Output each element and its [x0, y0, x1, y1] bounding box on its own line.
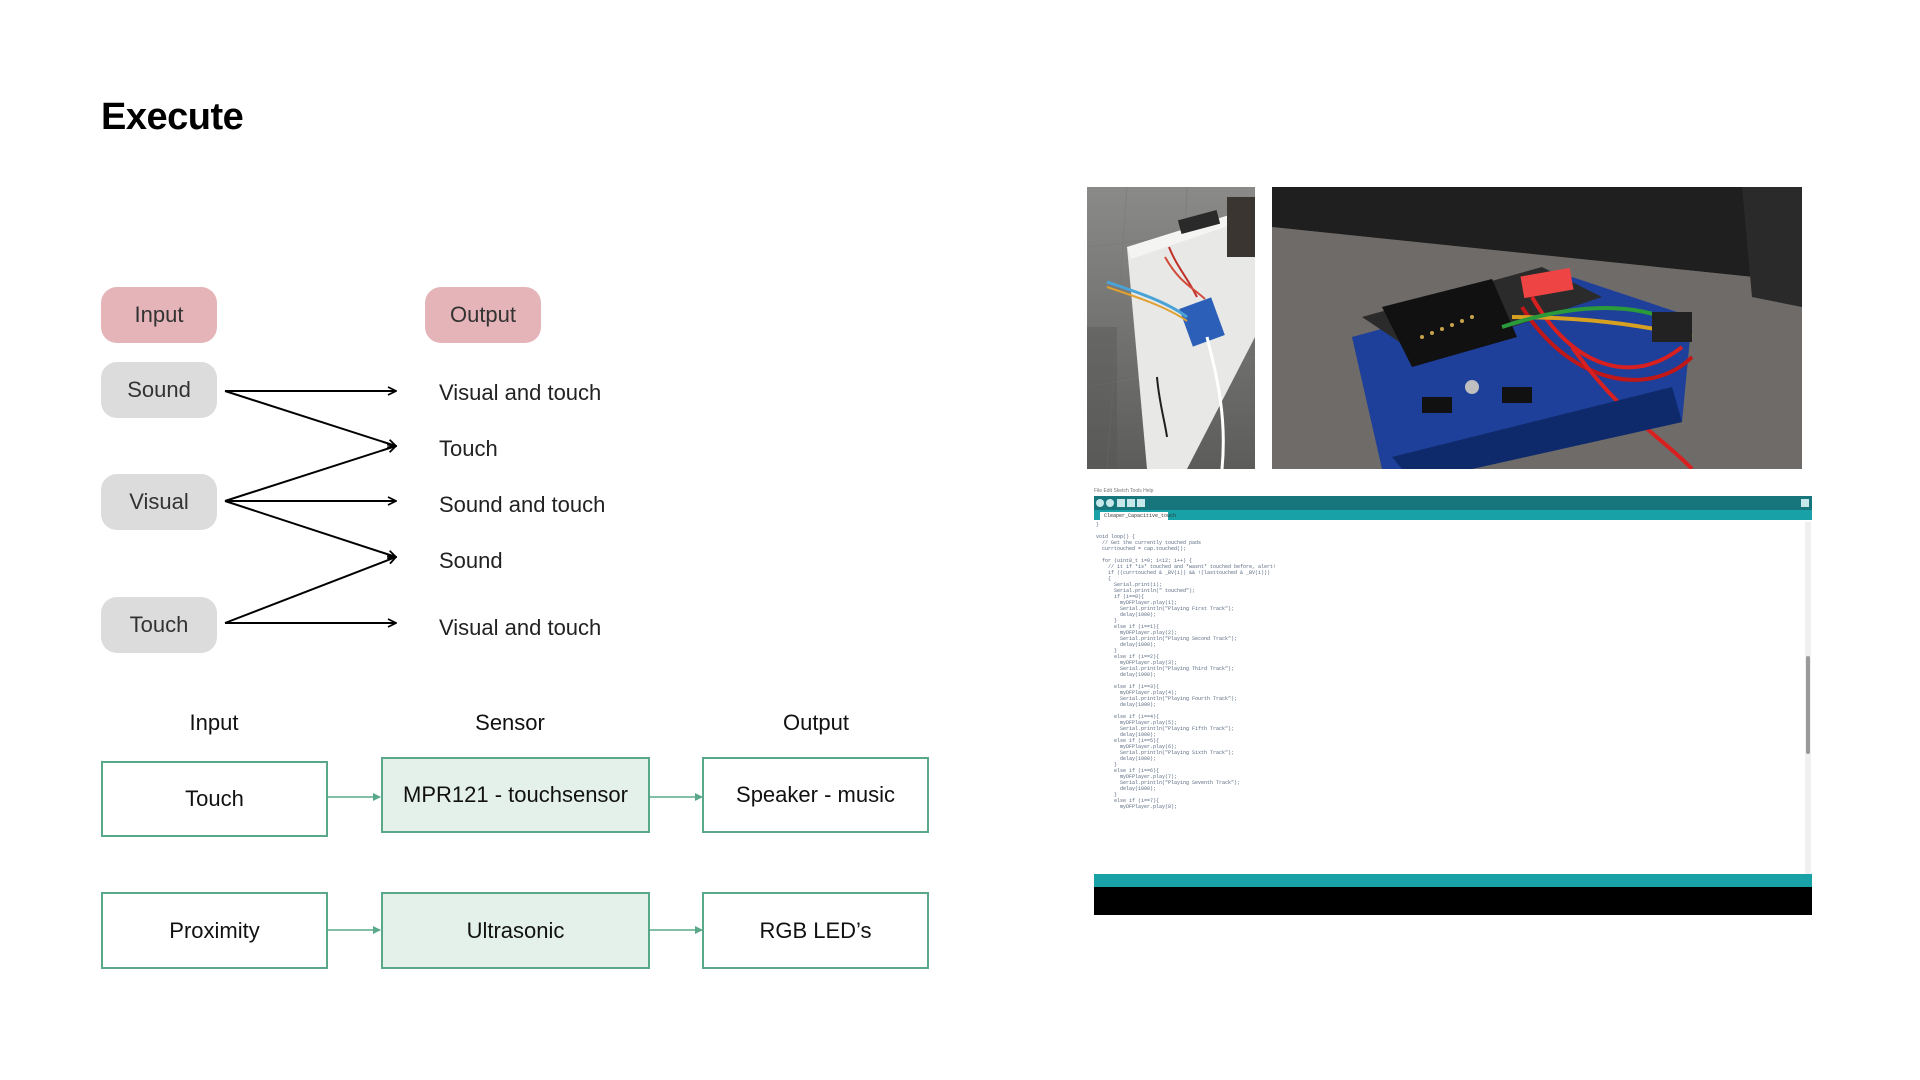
ide-console [1094, 887, 1812, 915]
arduino-ide-screenshot: File Edit Sketch Tools Help Cleaper_Capa… [1094, 488, 1812, 915]
ide-scrollbar-thumb [1806, 656, 1810, 754]
ide-status-bar [1094, 874, 1812, 887]
open-icon [1127, 499, 1135, 507]
ide-tab-sketch: Cleaper_Capacitive_touch [1100, 512, 1176, 520]
flow-input-touch: Touch [101, 761, 328, 837]
serial-monitor-icon [1801, 499, 1809, 507]
flow-header-input: Input [189, 710, 239, 735]
flow-output-rgb-leds: RGB LED’s [702, 892, 929, 969]
flow-sensor-mpr121: MPR121 - touchsensor [381, 757, 650, 833]
save-icon [1137, 499, 1145, 507]
ide-menu-bar: File Edit Sketch Tools Help [1094, 488, 1154, 494]
photo-board-closeup [1272, 187, 1802, 469]
ide-code: } void loop() { // Get the currently tou… [1096, 522, 1277, 810]
verify-icon [1096, 499, 1104, 507]
flow-sensor-ultrasonic: Ultrasonic [381, 892, 650, 969]
flow-input-proximity: Proximity [101, 892, 328, 969]
arrow-sound-touch [224, 390, 396, 446]
flow-header-sensor: Sensor [475, 710, 545, 735]
flow-output-speaker: Speaker - music [702, 757, 929, 833]
ide-toolbar [1094, 496, 1812, 510]
arrow-visual-touch [224, 446, 396, 502]
photo-prototype-table [1087, 187, 1255, 469]
flow-header-output: Output [782, 710, 850, 735]
new-icon [1117, 499, 1125, 507]
arrow-touch-sound [224, 557, 396, 624]
upload-icon [1106, 499, 1114, 507]
ide-tab-bar: Cleaper_Capacitive_touch [1094, 510, 1812, 520]
arrow-visual-sound [224, 500, 396, 557]
